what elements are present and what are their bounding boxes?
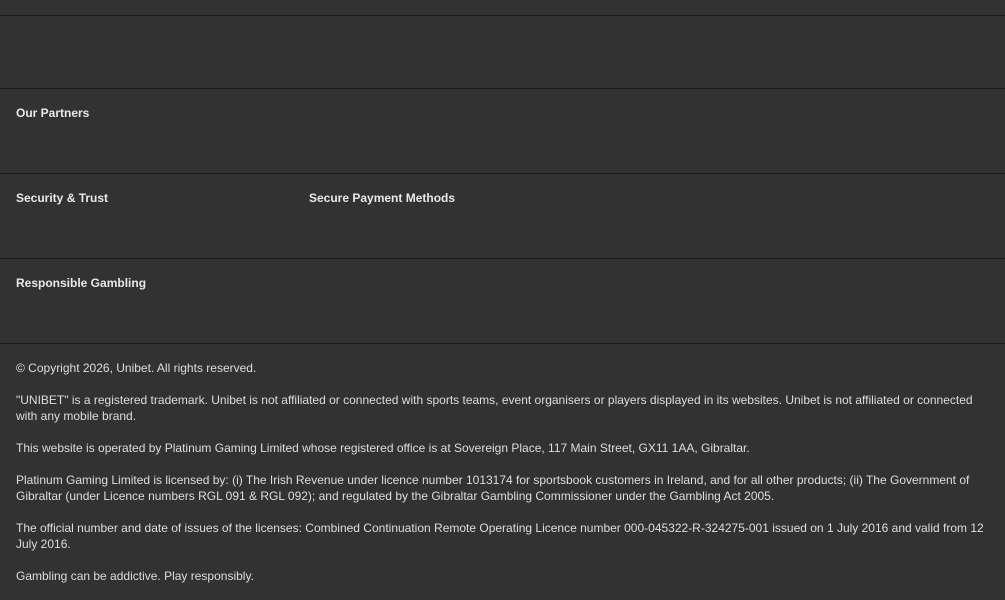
section-divider xyxy=(0,88,1005,89)
section-divider xyxy=(0,343,1005,344)
license-text: Platinum Gaming Limited is licensed by: … xyxy=(16,473,970,503)
copyright-text: © Copyright 2026, Unibet. All rights res… xyxy=(16,361,257,375)
license-details-text: The official number and date of issues o… xyxy=(16,521,984,551)
site-footer: Our Partners Security & Trust Secure Pay… xyxy=(0,0,1005,593)
operator-text: This website is operated by Platinum Gam… xyxy=(16,441,750,455)
secure-payment-methods-heading: Secure Payment Methods xyxy=(309,191,456,205)
security-trust-heading: Security & Trust xyxy=(16,191,109,205)
responsible-play-warning: Gambling can be addictive. Play responsi… xyxy=(16,569,254,583)
responsible-gambling-heading: Responsible Gambling xyxy=(16,276,147,290)
trademark-text: "UNIBET" is a registered trademark. Unib… xyxy=(16,393,973,423)
section-divider xyxy=(0,258,1005,259)
our-partners-heading: Our Partners xyxy=(16,106,90,120)
section-divider xyxy=(0,173,1005,174)
legal-text-block: © Copyright 2026, Unibet. All rights res… xyxy=(16,360,986,600)
section-divider xyxy=(0,15,1005,16)
